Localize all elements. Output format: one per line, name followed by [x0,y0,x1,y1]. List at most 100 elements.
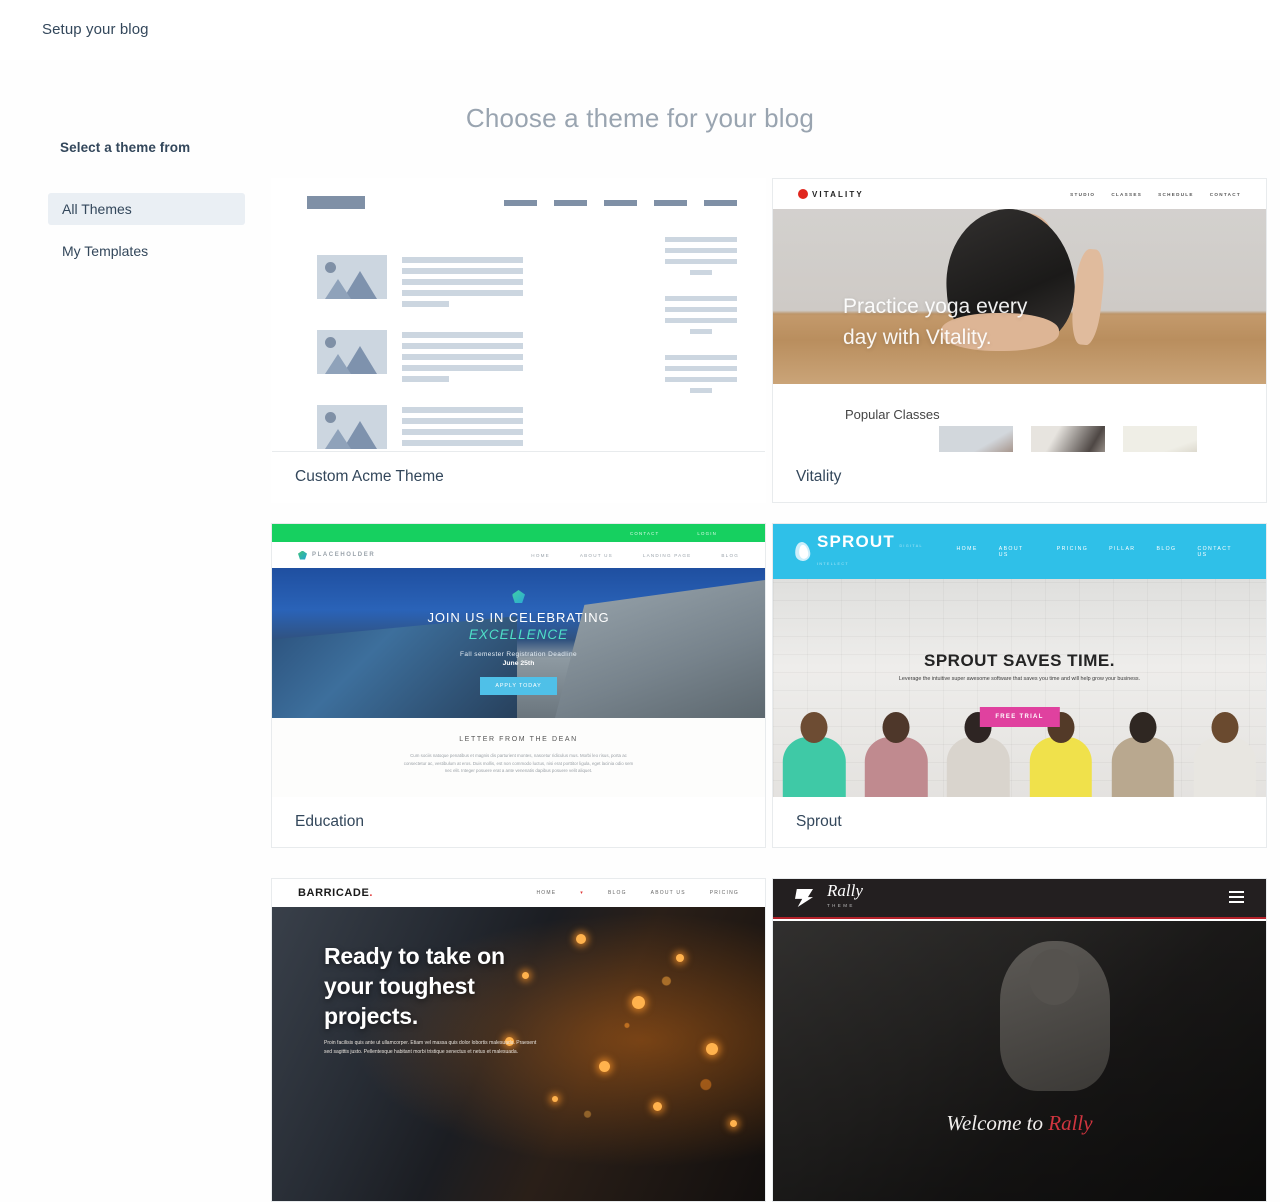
vitality-nav-item: SCHEDULE [1158,191,1194,197]
person-figure [773,711,855,799]
wireframe-text-lines [402,255,523,312]
theme-card-vitality[interactable]: VITALITY STUDIO CLASSES SCHEDULE CONTACT… [772,178,1267,503]
education-hero: JOIN US IN CELEBRATING EXCELLENCE Fall s… [272,568,765,718]
vitality-hero-text: Practice yoga every day with Vitality. [843,291,1027,353]
wireframe-nav-item [504,200,537,206]
rally-logo-stack: Rally THEME [827,882,863,913]
education-cta-button: APPLY TODAY [480,677,557,695]
vitality-popular-classes: Popular Classes [773,384,1266,466]
barricade-hero-line2: your toughest [324,973,475,999]
sprout-nav-item: ABOUT US [998,545,1024,558]
barricade-hero-line1: Ready to take on [324,943,505,969]
education-logo-text: PLACEHOLDER [312,552,376,558]
barricade-hero-body: Proin facilisis quis ante ut ullamcorper… [324,1040,537,1055]
vitality-hero-line1: Practice yoga every [843,295,1028,318]
image-placeholder-icon [317,330,387,374]
theme-card-title: Vitality [773,452,1266,502]
education-utility-bar: CONTACT LOGIN [272,524,765,542]
barricade-hero-title: Ready to take on your toughest projects. [324,941,505,1031]
barricade-logo-dot: . [369,887,374,899]
wireframe-sidebar-group [665,296,737,334]
wireframe-sidebar [665,237,737,414]
education-hero-text: JOIN US IN CELEBRATING EXCELLENCE Fall s… [272,610,765,695]
education-hero-line2: EXCELLENCE [468,627,569,642]
sidebar-list: All Themes My Templates [0,193,270,267]
education-hero-sub1: Fall semester Registration Deadline [460,651,577,658]
education-section-body: Cum sociis natoque penatibus et magnis d… [403,753,634,773]
education-utility-link: CONTACT [630,530,660,536]
page-title: Choose a theme for your blog [465,103,815,133]
sprout-nav-item: PRICING [1056,545,1089,552]
sprout-nav-item: PILLAR [1109,545,1136,552]
vitality-nav-item: STUDIO [1070,191,1096,197]
vitality-hero: Practice yoga every day with Vitality. [773,209,1266,384]
wireframe-text-lines [402,330,523,387]
education-hero-sub2: June 25th [502,660,535,667]
sidebar-item-all-themes[interactable]: All Themes [48,193,245,225]
vitality-logo-text: VITALITY [812,189,864,199]
theme-card-rally[interactable]: Rally THEME Welcome to Rally Rally [772,878,1267,1202]
vitality-logo: VITALITY [798,189,864,199]
person-figure [855,711,937,799]
leaf-icon [793,541,812,562]
theme-filter-sidebar: Select a theme from All Themes My Templa… [0,140,270,277]
wireframe-post-row [317,330,523,387]
vitality-section-label: Popular Classes [845,407,940,422]
circle-icon [798,189,808,199]
vitality-nav: STUDIO CLASSES SCHEDULE CONTACT [1070,192,1241,197]
theme-card-title: Education [272,797,765,847]
vitality-nav-item: CONTACT [1209,191,1241,197]
education-nav-item: BLOG [721,552,739,558]
chevron-down-icon: ▾ [580,890,584,896]
education-utility-link: LOGIN [697,530,717,536]
wireframe-nav-item [654,200,687,206]
wireframe-logo-block [307,196,365,209]
lightning-icon [795,889,813,907]
image-placeholder-icon [317,405,387,449]
rally-logo-subtext: THEME [827,903,855,908]
person-figure [1102,711,1184,799]
wireframe-nav-item [704,200,737,206]
sprout-logo: SPROUT DIGITAL INTELLECT [793,533,957,570]
pentagon-icon [512,590,525,603]
app-header: Setup your blog [0,0,1280,60]
education-hero-line1: JOIN US IN CELEBRATING [427,610,610,625]
barricade-logo-text: BARRICADE [298,887,370,899]
rally-hero: Welcome to Rally [773,921,1266,1201]
vitality-nav-item: CLASSES [1111,191,1143,197]
education-letter-section: LETTER FROM THE DEAN Cum sociis natoque … [272,718,765,800]
barricade-nav-item: BLOG [607,890,627,896]
theme-card-education[interactable]: CONTACT LOGIN PLACEHOLDER HOME ABOUT US … [271,523,766,848]
wireframe-nav-item [554,200,587,206]
theme-card-custom-acme-theme[interactable]: Custom Acme Theme [271,178,766,503]
theme-preview-rally: Rally THEME Welcome to Rally [773,879,1266,1201]
sprout-nav-item: BLOG [1156,545,1177,552]
education-section-heading: LETTER FROM THE DEAN [459,736,578,743]
theme-card-barricade[interactable]: BARRICADE. HOME ▾ BLOG ABOUT US PRICING [271,878,766,1202]
rally-hero-text: Welcome to Rally [773,1111,1266,1136]
wireframe-post-row [317,255,523,312]
wireframe-nav-item [604,200,637,206]
rally-hero-prefix: Welcome to [946,1111,1049,1135]
barricade-logo: BARRICADE. [298,887,373,899]
sidebar-item-my-templates[interactable]: My Templates [48,235,245,267]
sprout-nav: HOME ABOUT US PRICING PILLAR BLOG CONTAC… [957,546,1244,558]
sidebar-heading: Select a theme from [60,140,191,155]
education-nav-item: HOME [531,552,550,558]
education-nav: HOME ABOUT US LANDING PAGE BLOG [531,553,739,558]
sprout-nav-item: CONTACT US [1197,545,1232,558]
education-nav-bar: PLACEHOLDER HOME ABOUT US LANDING PAGE B… [272,542,765,568]
sprout-hero: SPROUT SAVES TIME. Leverage the intuitiv… [773,579,1266,799]
image-placeholder-icon [317,255,387,299]
breadcrumb-setup-your-blog[interactable]: Setup your blog [42,21,149,38]
theme-card-sprout[interactable]: SPROUT DIGITAL INTELLECT HOME ABOUT US P… [772,523,1267,848]
wireframe-post-list [317,255,523,480]
barricade-nav: HOME ▾ BLOG ABOUT US PRICING [536,890,739,896]
pentagon-icon [298,550,307,560]
education-nav-item: ABOUT US [579,552,613,558]
barricade-hero-line3: projects. [324,1003,419,1029]
yoga-photo-arm [1068,247,1107,347]
sprout-hero-title: SPROUT SAVES TIME. [924,651,1115,670]
barricade-hero: Ready to take on your toughest projects.… [272,907,765,1201]
sprout-hero-subtitle: Leverage the intuitive super awesome sof… [898,676,1141,682]
